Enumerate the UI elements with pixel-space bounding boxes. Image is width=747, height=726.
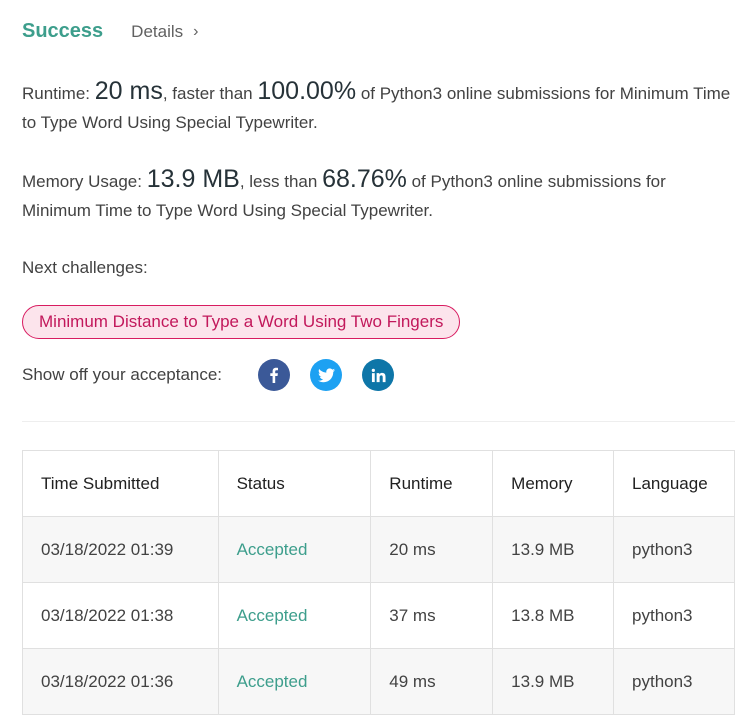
submissions-table: Time Submitted Status Runtime Memory Lan… bbox=[22, 450, 735, 715]
runtime-value: 20 ms bbox=[94, 77, 163, 105]
twitter-icon[interactable] bbox=[310, 359, 343, 391]
memory-stat: Memory Usage: 13.9 MB, less than 68.76% … bbox=[22, 165, 737, 225]
table-header-row: Time Submitted Status Runtime Memory Lan… bbox=[22, 450, 735, 517]
cell-time: 03/18/2022 01:38 bbox=[22, 582, 219, 649]
cell-status-link[interactable]: Accepted bbox=[217, 516, 372, 583]
col-header-runtime: Runtime bbox=[370, 450, 494, 517]
col-header-time: Time Submitted bbox=[22, 450, 219, 517]
details-label: Details bbox=[131, 22, 184, 41]
share-label: Show off your acceptance: bbox=[22, 365, 223, 384]
cell-time: 03/18/2022 01:39 bbox=[22, 516, 219, 583]
cell-status-link[interactable]: Accepted bbox=[217, 648, 372, 715]
memory-comparison: , less than bbox=[239, 172, 318, 191]
col-header-language: Language bbox=[613, 450, 735, 517]
cell-time: 03/18/2022 01:36 bbox=[22, 648, 219, 715]
cell-memory: 13.9 MB bbox=[492, 516, 615, 583]
cell-status-link[interactable]: Accepted bbox=[217, 582, 372, 649]
runtime-percent: 100.00% bbox=[257, 77, 357, 105]
memory-label: Memory Usage: bbox=[22, 172, 142, 191]
table-row: 03/18/2022 01:38 Accepted 37 ms 13.8 MB … bbox=[22, 582, 735, 649]
col-header-memory: Memory bbox=[492, 450, 615, 517]
share-row: Show off your acceptance: bbox=[22, 359, 414, 391]
cell-runtime: 20 ms bbox=[370, 516, 494, 583]
chevron-right-icon: › bbox=[193, 23, 199, 40]
memory-value: 13.9 MB bbox=[146, 165, 240, 193]
table-row: 03/18/2022 01:39 Accepted 20 ms 13.9 MB … bbox=[22, 516, 735, 583]
table-row: 03/18/2022 01:36 Accepted 49 ms 13.9 MB … bbox=[22, 648, 735, 715]
details-link[interactable]: Details › bbox=[131, 22, 198, 42]
cell-language: python3 bbox=[613, 648, 735, 715]
facebook-icon[interactable] bbox=[258, 359, 291, 391]
runtime-comparison: , faster than bbox=[162, 84, 253, 103]
memory-percent: 68.76% bbox=[322, 165, 407, 193]
section-divider bbox=[22, 421, 735, 422]
cell-language: python3 bbox=[613, 516, 735, 583]
status-title: Success bbox=[22, 20, 104, 42]
challenge-link[interactable]: Minimum Distance to Type a Word Using Tw… bbox=[22, 305, 461, 339]
col-header-status: Status bbox=[217, 450, 372, 517]
runtime-stat: Runtime: 20 ms, faster than 100.00% of P… bbox=[22, 77, 737, 137]
cell-runtime: 37 ms bbox=[370, 582, 494, 649]
cell-language: python3 bbox=[613, 582, 735, 649]
cell-memory: 13.9 MB bbox=[492, 648, 615, 715]
runtime-label: Runtime: bbox=[22, 84, 91, 103]
result-header: Success Details › bbox=[22, 20, 198, 43]
next-challenges-label: Next challenges: bbox=[22, 258, 148, 277]
cell-memory: 13.8 MB bbox=[492, 582, 615, 649]
cell-runtime: 49 ms bbox=[370, 648, 494, 715]
linkedin-icon[interactable] bbox=[362, 359, 395, 391]
